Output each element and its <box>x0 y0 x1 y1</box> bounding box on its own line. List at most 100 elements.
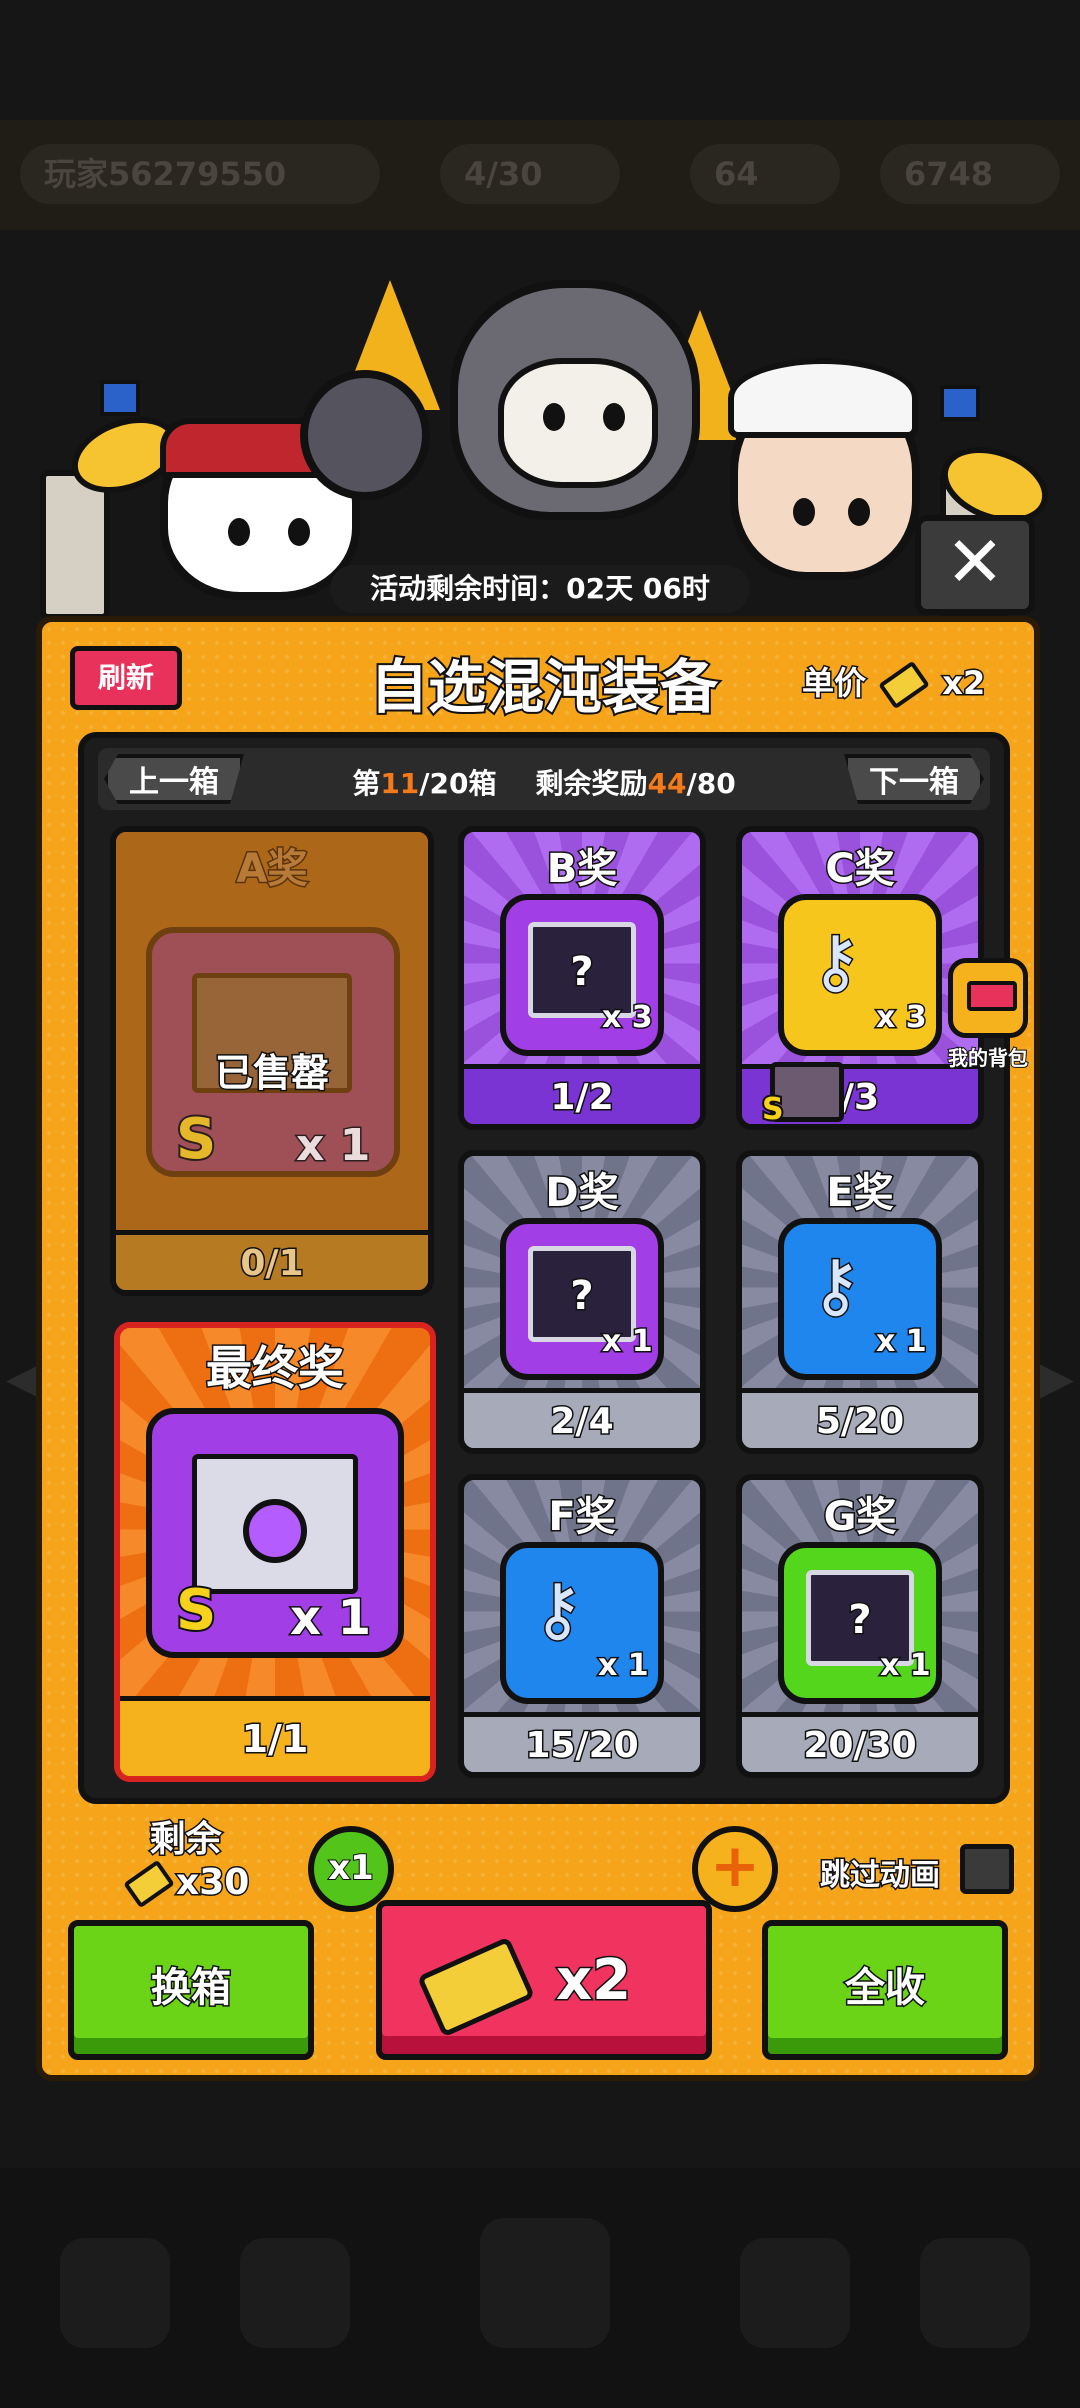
prize-qty: x 3 <box>601 999 655 1037</box>
eye <box>793 498 815 526</box>
prize-count: 0/1 <box>116 1230 428 1290</box>
white-hair <box>728 358 918 438</box>
backpack-icon <box>948 958 1028 1038</box>
prize-icon-frame: ? x 1 <box>500 1218 664 1380</box>
add-tickets-button[interactable]: + <box>692 1826 778 1912</box>
swap-box-button[interactable]: 换箱 <box>68 1920 314 2060</box>
game-screen: 玩家56279550 4/30 64 6748 ◀ ▶ 活动剩余时间：02天 0… <box>0 0 1080 2408</box>
next-box-button[interactable]: 下一箱 <box>844 754 984 804</box>
prize-qty: x 1 <box>288 1589 372 1648</box>
box-total: /20箱 <box>419 767 497 800</box>
flag-left-icon <box>100 380 140 416</box>
multiplier-toggle[interactable]: x1 <box>308 1826 394 1912</box>
prize-count: 2/4 <box>464 1388 700 1448</box>
plus-icon: + <box>709 1831 761 1901</box>
flag-right-icon <box>940 385 980 421</box>
background-hud: 玩家56279550 4/30 64 6748 <box>0 120 1080 230</box>
ticket-icon <box>416 1936 536 2038</box>
close-icon: ✕ <box>945 521 1005 603</box>
remaining-tickets: 剩余 x30 <box>122 1810 251 1909</box>
prize-card-final[interactable]: 最终奖 S x 1 1/1 <box>114 1322 436 1782</box>
prize-card-d[interactable]: D奖 ? x 1 2/4 <box>458 1150 706 1454</box>
prize-title: E奖 <box>825 1169 895 1218</box>
prize-qty: x 1 <box>601 1323 655 1361</box>
background-bottom-nav <box>0 2168 1080 2408</box>
player-name: 玩家56279550 <box>20 144 380 204</box>
backpack-label: 我的背包 <box>947 1045 1029 1071</box>
eye <box>543 403 565 431</box>
orb-icon <box>243 1499 307 1563</box>
prize-title: F奖 <box>547 1493 617 1542</box>
prize-qty: x 1 <box>875 1323 929 1361</box>
energy-counter: 4/30 <box>440 144 620 204</box>
skip-animation-checkbox[interactable] <box>960 1844 1014 1894</box>
close-button[interactable]: ✕ <box>915 515 1035 615</box>
remaining-label: 剩余 <box>148 1818 223 1862</box>
eye <box>288 518 310 546</box>
s-grade-badge: S <box>174 1576 218 1645</box>
nav-icon <box>920 2238 1030 2348</box>
spiked-mace <box>300 370 430 500</box>
coins-counter: 6748 <box>880 144 1060 204</box>
prize-card-a[interactable]: A奖 已售罄 S x 1 0/1 <box>110 826 434 1296</box>
cat-key-icon: ⚷ <box>530 1567 584 1652</box>
prize-count: 15/20 <box>464 1712 700 1772</box>
prize-title: D奖 <box>544 1169 620 1218</box>
prize-title: 最终奖 <box>205 1340 346 1397</box>
prize-title: C奖 <box>824 845 896 894</box>
silver-key-icon: ⚷ <box>808 1243 862 1328</box>
prize-card-b[interactable]: B奖 ? x 3 1/2 <box>458 826 706 1130</box>
unit-price-label: 单价 <box>800 663 867 704</box>
s-grade-badge: S <box>174 1105 218 1174</box>
gacha-panel: 刷新 自选混沌装备 单价 x2 上一箱 第11/20箱 剩余奖励44/80 下一… <box>36 616 1040 2081</box>
ticket-icon <box>878 660 930 710</box>
question-mark: ? <box>569 948 595 997</box>
right-arrow-icon: ▶ <box>1037 1350 1074 1406</box>
draw-qty: x2 <box>554 1947 632 2015</box>
prize-icon-frame: ⚷ x 1 <box>500 1542 664 1704</box>
remaining-qty: x30 <box>174 1861 250 1905</box>
unit-price: 单价 x2 <box>800 658 987 710</box>
box-current: 11 <box>380 767 420 800</box>
s-grade-badge: S <box>760 1090 786 1127</box>
chest-icon <box>192 1454 358 1594</box>
prize-title: B奖 <box>545 845 619 894</box>
reward-prefix: 剩余奖励 <box>535 767 648 800</box>
backpack-button[interactable]: 我的背包 <box>940 958 1036 1071</box>
prize-icon-frame: ? x 1 <box>778 1542 942 1704</box>
prize-qty: x 1 <box>294 1119 371 1173</box>
prize-board: 上一箱 第11/20箱 剩余奖励44/80 下一箱 A奖 已售罄 S x 1 0… <box>78 732 1010 1804</box>
question-mark: ? <box>569 1272 595 1321</box>
gold-key-icon: ⚷ <box>808 919 862 1004</box>
box-nav: 上一箱 第11/20箱 剩余奖励44/80 下一箱 <box>98 748 990 810</box>
gems-counter: 64 <box>690 144 840 204</box>
prize-icon-frame: ⚷ x 3 <box>778 894 942 1056</box>
prize-card-g[interactable]: G奖 ? x 1 20/30 <box>736 1474 984 1778</box>
knight-face <box>498 358 658 488</box>
eye <box>603 403 625 431</box>
collect-all-button[interactable]: 全收 <box>762 1920 1008 2060</box>
character-knight-cat <box>450 280 700 520</box>
skip-animation-label: 跳过动画 <box>819 1857 942 1895</box>
prize-icon-frame: ⚷ x 1 <box>778 1218 942 1380</box>
prize-qty: x 1 <box>597 1647 651 1685</box>
nav-icon <box>60 2238 170 2348</box>
prize-title: G奖 <box>822 1493 898 1542</box>
event-timer: 活动剩余时间：02天 06时 <box>330 565 750 613</box>
reward-total: /80 <box>686 767 736 800</box>
prize-card-e[interactable]: E奖 ⚷ x 1 5/20 <box>736 1150 984 1454</box>
prize-count: 1/1 <box>120 1696 430 1776</box>
prize-icon-frame: ? x 3 <box>500 894 664 1056</box>
prize-qty: x 1 <box>879 1647 933 1685</box>
prize-count: 1/2 <box>464 1064 700 1124</box>
character-white-hair <box>728 358 920 580</box>
box-prefix: 第 <box>352 767 381 800</box>
nav-icon <box>740 2238 850 2348</box>
question-mark: ? <box>847 1596 873 1645</box>
prize-card-f[interactable]: F奖 ⚷ x 1 15/20 <box>458 1474 706 1778</box>
draw-button[interactable]: x2 <box>376 1900 712 2060</box>
ticket-icon <box>123 1859 175 1909</box>
eye <box>848 498 870 526</box>
nav-icon <box>240 2238 350 2348</box>
sold-out-label: 已售罄 <box>213 1050 330 1097</box>
